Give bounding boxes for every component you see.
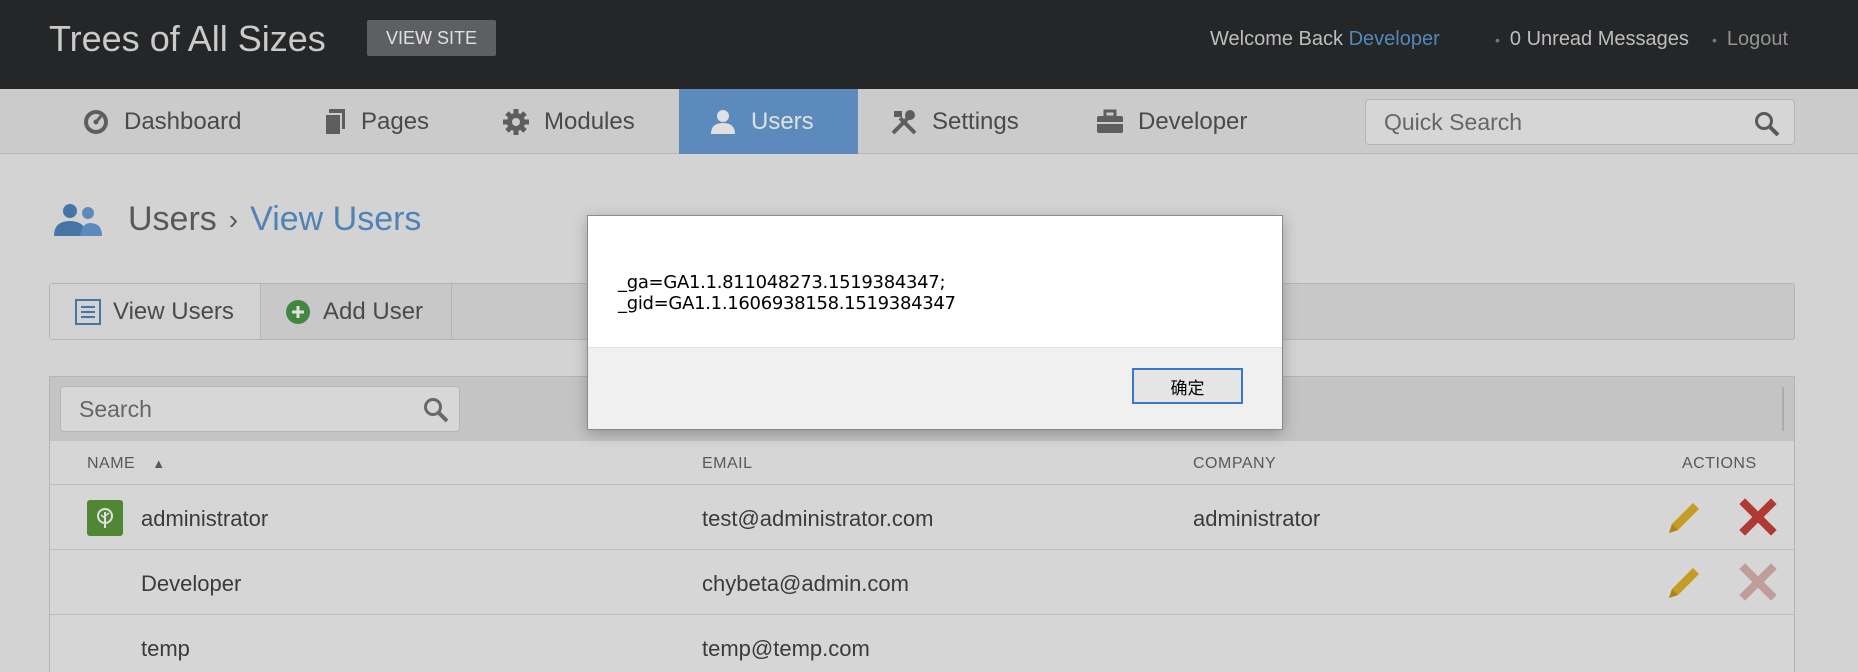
alert-dialog: _ga=GA1.1.811048273.1519384347; _gid=GA1… [587,215,1283,430]
alert-message: _ga=GA1.1.811048273.1519384347; _gid=GA1… [618,272,956,314]
alert-footer: 确定 [588,347,1282,429]
ok-button[interactable]: 确定 [1132,368,1243,404]
